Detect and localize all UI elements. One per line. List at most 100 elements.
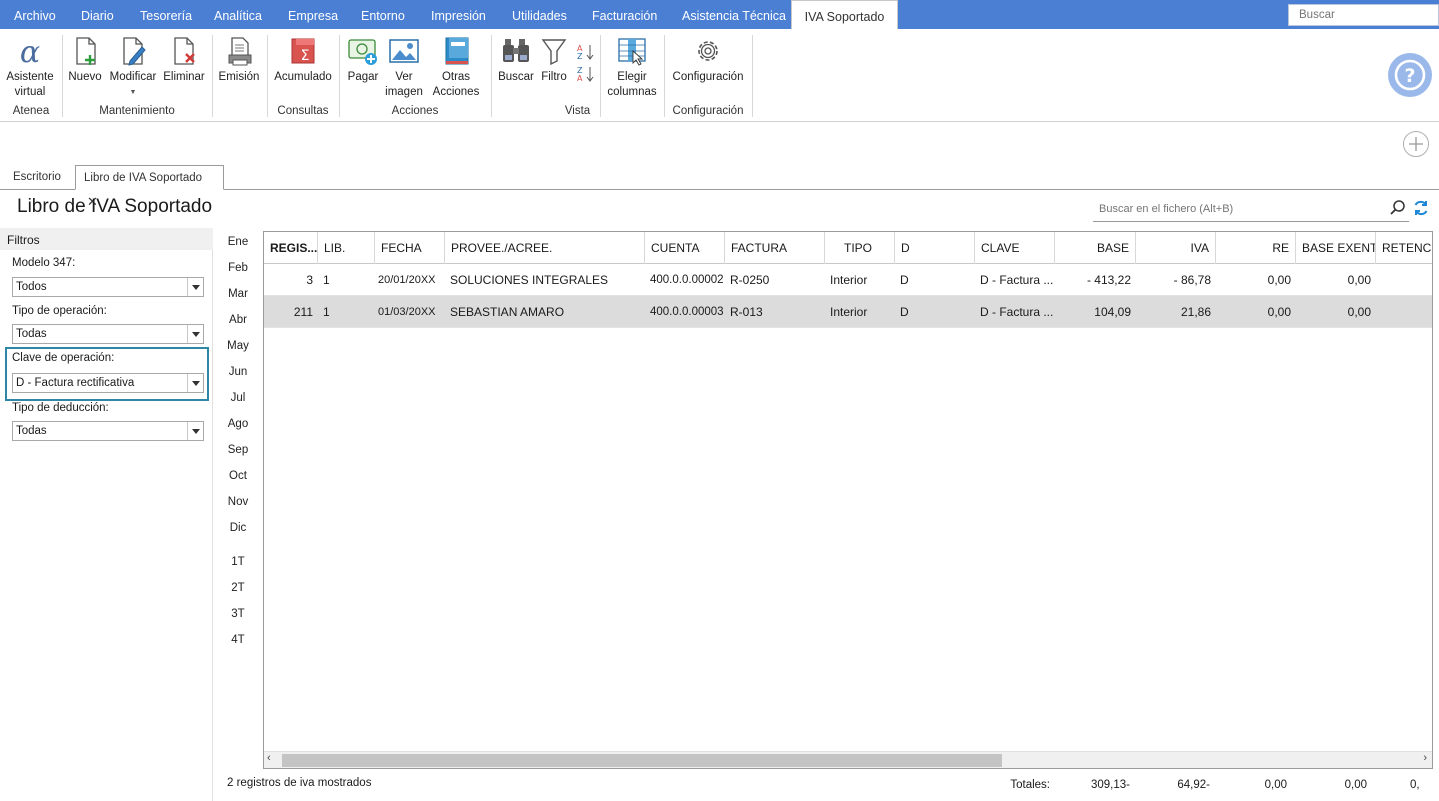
clave-operacion-value: D - Factura rectificativa bbox=[16, 377, 135, 389]
tipo-deduccion-select[interactable]: Todas bbox=[12, 421, 204, 441]
cell-fecha: 20/01/20XX bbox=[378, 274, 436, 286]
scroll-left-icon[interactable]: ‹ bbox=[267, 752, 271, 764]
col-header-base[interactable]: BASE bbox=[1055, 232, 1136, 264]
svg-text:α: α bbox=[20, 35, 40, 67]
add-tab-button[interactable] bbox=[1403, 131, 1429, 157]
records-count: 2 registros de iva mostrados bbox=[227, 777, 372, 789]
col-header-tipo[interactable]: TIPO bbox=[825, 232, 895, 264]
modelo-347-select[interactable]: Todos bbox=[12, 277, 204, 297]
month-jul[interactable]: Jul bbox=[222, 392, 254, 404]
columns-icon bbox=[618, 38, 646, 66]
filtro-button[interactable]: Filtro bbox=[538, 35, 570, 85]
global-search-input[interactable] bbox=[1288, 4, 1439, 26]
clave-operacion-select[interactable]: D - Factura rectificativa bbox=[12, 373, 204, 393]
cell-base: 104,09 bbox=[1094, 305, 1131, 319]
quarter-1t[interactable]: 1T bbox=[222, 556, 254, 568]
month-oct[interactable]: Oct bbox=[222, 470, 254, 482]
menu-facturacion[interactable]: Facturación bbox=[592, 0, 657, 29]
elegir-columnas-button[interactable]: Elegir columnas bbox=[604, 35, 660, 100]
month-ene[interactable]: Ene bbox=[222, 236, 254, 248]
group-mantenimiento: Mantenimiento bbox=[99, 105, 175, 117]
asistente-virtual-button[interactable]: α Asistente virtual bbox=[4, 35, 56, 100]
file-search-input[interactable] bbox=[1093, 196, 1409, 222]
col-header-iva[interactable]: IVA bbox=[1136, 232, 1216, 264]
col-header-cuenta[interactable]: CUENTA bbox=[645, 232, 725, 264]
menu-asistencia[interactable]: Asistencia Técnica bbox=[682, 0, 786, 29]
month-dic[interactable]: Dic bbox=[222, 522, 254, 534]
emision-label: Emisión bbox=[218, 71, 260, 83]
total-retencion: 0, bbox=[1410, 779, 1420, 791]
tab-escritorio[interactable]: Escritorio bbox=[5, 165, 69, 190]
col-header-lib[interactable]: LIB. bbox=[318, 232, 375, 264]
dropdown-arrow-icon bbox=[187, 422, 203, 440]
svg-text:Σ: Σ bbox=[301, 48, 310, 64]
month-ago[interactable]: Ago bbox=[222, 418, 254, 430]
menu-entorno[interactable]: Entorno bbox=[361, 0, 405, 29]
total-iva: 64,92- bbox=[1177, 779, 1210, 791]
month-feb[interactable]: Feb bbox=[222, 262, 254, 274]
emision-button[interactable]: Emisión bbox=[216, 35, 262, 85]
dropdown-arrow-icon bbox=[187, 278, 203, 296]
otras-acciones-button[interactable]: Otras Acciones bbox=[426, 35, 486, 100]
nuevo-button[interactable]: Nuevo bbox=[67, 35, 103, 85]
refresh-icon[interactable] bbox=[1412, 199, 1430, 217]
menu-impresion[interactable]: Impresión bbox=[431, 0, 486, 29]
month-jun[interactable]: Jun bbox=[222, 366, 254, 378]
sort-button[interactable]: AZZA bbox=[574, 35, 596, 86]
table-row[interactable]: 211 1 01/03/20XX SEBASTIAN AMARO 400.0.0… bbox=[264, 296, 1432, 328]
filtro-label: Filtro bbox=[541, 71, 567, 83]
scrollbar-thumb[interactable] bbox=[282, 754, 1002, 767]
clave-operacion-label: Clave de operación: bbox=[12, 352, 115, 364]
month-mar[interactable]: Mar bbox=[222, 288, 254, 300]
col-header-base-exenta[interactable]: BASE EXENTA bbox=[1296, 232, 1376, 264]
quarter-3t[interactable]: 3T bbox=[222, 608, 254, 620]
month-abr[interactable]: Abr bbox=[222, 314, 254, 326]
col-header-proveedor[interactable]: PROVEE./ACREE. bbox=[445, 232, 645, 264]
new-document-icon bbox=[76, 37, 96, 65]
tipo-operacion-select[interactable]: Todas bbox=[12, 324, 204, 344]
month-nov[interactable]: Nov bbox=[222, 496, 254, 508]
menu-archivo[interactable]: Archivo bbox=[14, 0, 56, 29]
cell-cuenta: 400.0.0.00002 bbox=[650, 274, 724, 286]
month-sep[interactable]: Sep bbox=[222, 444, 254, 456]
col-header-clave[interactable]: CLAVE bbox=[975, 232, 1055, 264]
iva-grid: REGIS... LIB. FECHA PROVEE./ACREE. CUENT… bbox=[263, 231, 1433, 769]
tipo-deduccion-label: Tipo de deducción: bbox=[12, 402, 109, 414]
col-header-retencion[interactable]: RETENCI bbox=[1376, 232, 1432, 264]
menu-diario[interactable]: Diario bbox=[81, 0, 114, 29]
acumulado-label: Acumulado bbox=[274, 71, 332, 83]
menu-bar: Archivo Diario Tesorería Analítica Empre… bbox=[0, 0, 1439, 29]
quarter-4t[interactable]: 4T bbox=[222, 634, 254, 646]
modificar-label: Modificar bbox=[109, 71, 157, 83]
menu-empresa[interactable]: Empresa bbox=[288, 0, 338, 29]
month-may[interactable]: May bbox=[222, 340, 254, 352]
buscar-button[interactable]: Buscar bbox=[496, 35, 536, 85]
buscar-label: Buscar bbox=[498, 71, 534, 83]
acumulado-button[interactable]: Σ Acumulado bbox=[271, 35, 335, 85]
help-button[interactable]: ? bbox=[1388, 53, 1432, 97]
configuracion-button[interactable]: Configuración bbox=[668, 35, 748, 85]
col-header-re[interactable]: RE bbox=[1216, 232, 1296, 264]
quarter-2t[interactable]: 2T bbox=[222, 582, 254, 594]
col-header-regis[interactable]: REGIS... bbox=[264, 232, 318, 264]
ver-imagen-button[interactable]: Ver imagen bbox=[384, 35, 424, 100]
table-row[interactable]: 3 1 20/01/20XX SOLUCIONES INTEGRALES 400… bbox=[264, 264, 1432, 296]
tab-libro-iva-soportado[interactable]: Libro de IVA Soportado ✕ bbox=[75, 165, 224, 209]
horizontal-scrollbar[interactable]: ‹ › bbox=[264, 751, 1432, 768]
col-header-fecha[interactable]: FECHA bbox=[375, 232, 445, 264]
menu-iva-soportado[interactable]: IVA Soportado bbox=[791, 0, 898, 29]
search-icon[interactable] bbox=[1389, 199, 1407, 217]
modificar-button[interactable]: Modificar ▼ bbox=[106, 35, 160, 100]
col-header-d[interactable]: D bbox=[895, 232, 975, 264]
group-separator bbox=[212, 35, 213, 117]
menu-utilidades[interactable]: Utilidades bbox=[512, 0, 567, 29]
scroll-right-icon[interactable]: › bbox=[1423, 752, 1427, 764]
col-header-factura[interactable]: FACTURA bbox=[725, 232, 825, 264]
eliminar-button[interactable]: Eliminar bbox=[162, 35, 206, 85]
menu-tesoreria[interactable]: Tesorería bbox=[140, 0, 192, 29]
filters-panel: Filtros Modelo 347: Todos Tipo de operac… bbox=[0, 228, 213, 801]
menu-analitica[interactable]: Analítica bbox=[214, 0, 262, 29]
total-re: 0,00 bbox=[1264, 779, 1287, 791]
pagar-button[interactable]: Pagar bbox=[344, 35, 382, 85]
print-document-icon bbox=[228, 37, 252, 66]
